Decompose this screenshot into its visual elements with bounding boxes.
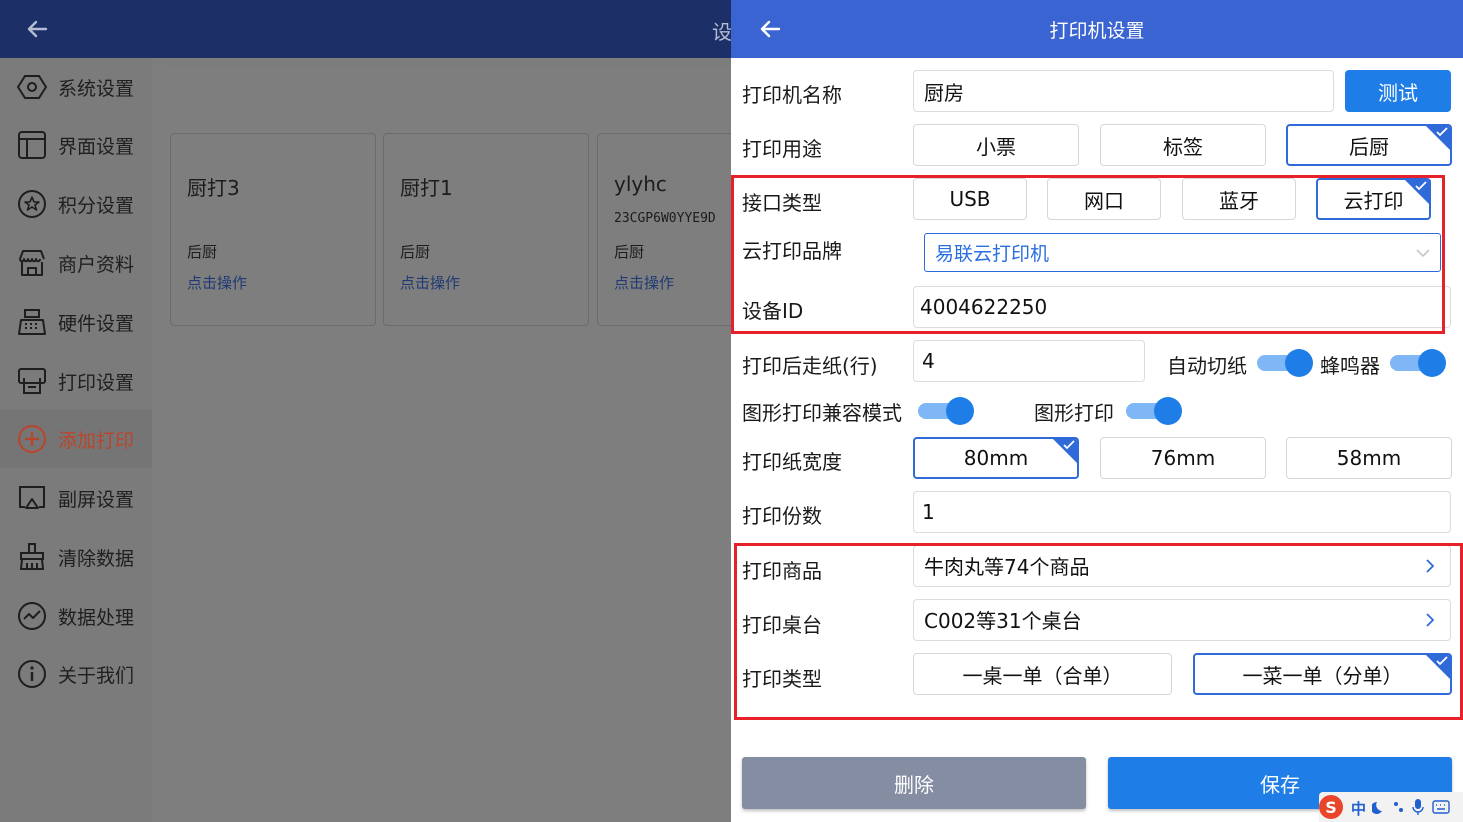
graphic-print-toggle[interactable] [1126,397,1182,425]
sidebar-item-data-processing[interactable]: 数据处理 [0,587,152,645]
star-circle-icon [18,190,46,218]
layout-icon [18,131,46,159]
sidebar-item-merchant[interactable]: 商户资料 [0,234,152,292]
test-button[interactable]: 测试 [1345,70,1451,112]
sidebar-item-label: 界面设置 [58,135,135,158]
sidebar-item-print[interactable]: 打印设置 [0,352,152,410]
copies-label: 打印份数 [742,504,822,528]
printer-icon [18,368,46,394]
microphone-icon[interactable] [1412,798,1424,816]
settings-sidebar: 系统设置 界面设置 积分设置 商户资料 硬件设置 打印设置 添加打印 副屏设置 … [0,58,152,822]
graphic-print-label: 图形打印 [1034,401,1114,425]
highlight-box-cloud-settings [731,175,1445,334]
usage-option-label[interactable]: 标签 [1100,124,1266,166]
paper-width-option-58[interactable]: 58mm [1286,437,1452,479]
feed-lines-label: 打印后走纸(行) [742,354,878,378]
sidebar-item-label: 打印设置 [58,371,135,394]
usage-option-kitchen-text: 后厨 [1349,134,1389,159]
sidebar-item-label: 积分设置 [58,194,135,217]
info-icon [18,660,46,688]
sidebar-item-hardware[interactable]: 硬件设置 [0,293,152,351]
plus-circle-icon [18,425,46,453]
auto-cut-toggle[interactable] [1257,349,1313,377]
sidebar-item-label: 商户资料 [58,253,135,276]
sidebar-item-label: 副屏设置 [58,488,135,511]
back-arrow-icon[interactable] [22,14,52,44]
printer-card[interactable]: 厨打3 后厨 点击操作 [170,133,376,326]
usage-label: 打印用途 [742,137,822,161]
check-icon [1436,656,1448,666]
sidebar-item-label: 硬件设置 [58,312,135,335]
sidebar-item-points[interactable]: 积分设置 [0,175,152,233]
printer-name-input[interactable]: 厨房 [913,70,1334,112]
printer-card-type: 后厨 [187,243,218,261]
dialog-title: 打印机设置 [1049,20,1145,42]
sidebar-item-label: 数据处理 [58,606,135,629]
printer-card-action[interactable]: 点击操作 [187,272,247,293]
graphic-compat-toggle[interactable] [918,397,974,425]
buzzer-label: 蜂鸣器 [1320,354,1380,378]
printer-settings-dialog: 打印机设置 打印机名称 厨房 测试 打印用途 小票 标签 后厨 接口类型 USB… [731,0,1463,822]
paper-width-label: 打印纸宽度 [742,450,842,474]
moon-icon[interactable] [1372,800,1386,814]
background-top-bar: 设 [0,0,732,58]
hexagon-settings-icon [17,75,47,99]
background-page-title: 设 [712,20,732,44]
sidebar-item-label: 清除数据 [58,547,135,570]
sidebar-item-label: 系统设置 [58,77,135,100]
paper-width-option-80[interactable]: 80mm [913,437,1079,479]
screen-cast-icon [19,486,45,509]
check-icon [1415,181,1427,191]
paper-width-option-76[interactable]: 76mm [1100,437,1266,479]
auto-cut-label: 自动切纸 [1167,354,1247,378]
sidebar-item-about[interactable]: 关于我们 [0,645,152,703]
sidebar-item-second-screen[interactable]: 副屏设置 [0,469,152,527]
keyboard-icon[interactable] [1432,800,1450,814]
usage-option-kitchen[interactable]: 后厨 [1286,124,1452,166]
printer-card-type: 后厨 [614,243,645,261]
printer-card[interactable]: 厨打1 后厨 点击操作 [383,133,589,326]
sidebar-item-label: 添加打印 [58,429,135,452]
chart-circle-icon [18,602,46,630]
printer-card-name: ylyhc [614,172,667,196]
printer-card-serial: 23CGP6W0YYE9D [614,211,716,226]
copies-input[interactable]: 1 [913,491,1451,533]
printer-card[interactable]: ylyhc 23CGP6W0YYE9D 后厨 点击操作 [597,133,731,326]
store-icon [19,250,45,276]
sidebar-item-label: 关于我们 [58,664,135,687]
broom-icon [19,543,45,570]
printer-card-action[interactable]: 点击操作 [614,272,674,293]
cash-register-icon [18,309,46,335]
check-icon [1063,440,1075,450]
sidebar-item-clear-data[interactable]: 清除数据 [0,528,152,586]
sidebar-item-add-printer[interactable]: 添加打印 [0,410,152,468]
ime-logo-icon: S [1319,795,1343,819]
sidebar-item-system[interactable]: 系统设置 [0,58,152,116]
feed-lines-input[interactable]: 4 [913,340,1145,382]
paper-width-option-80-text: 80mm [963,446,1029,470]
printer-card-name: 厨打1 [400,176,453,200]
highlight-box-print-scope [734,543,1463,720]
punctuation-icon[interactable] [1392,800,1406,814]
usage-option-receipt[interactable]: 小票 [913,124,1079,166]
graphic-compat-label: 图形打印兼容模式 [742,401,902,425]
sidebar-item-interface[interactable]: 界面设置 [0,116,152,174]
printer-card-action[interactable]: 点击操作 [400,272,460,293]
printer-card-type: 后厨 [400,243,431,261]
check-icon [1436,127,1448,137]
ime-toolbar[interactable]: S 中 [1319,792,1463,822]
ime-mode-text[interactable]: 中 [1351,798,1366,819]
delete-button[interactable]: 删除 [742,757,1086,809]
printer-card-name: 厨打3 [187,176,240,200]
printer-name-label: 打印机名称 [742,83,842,107]
dialog-header: 打印机设置 [731,0,1463,58]
buzzer-toggle[interactable] [1390,349,1446,377]
